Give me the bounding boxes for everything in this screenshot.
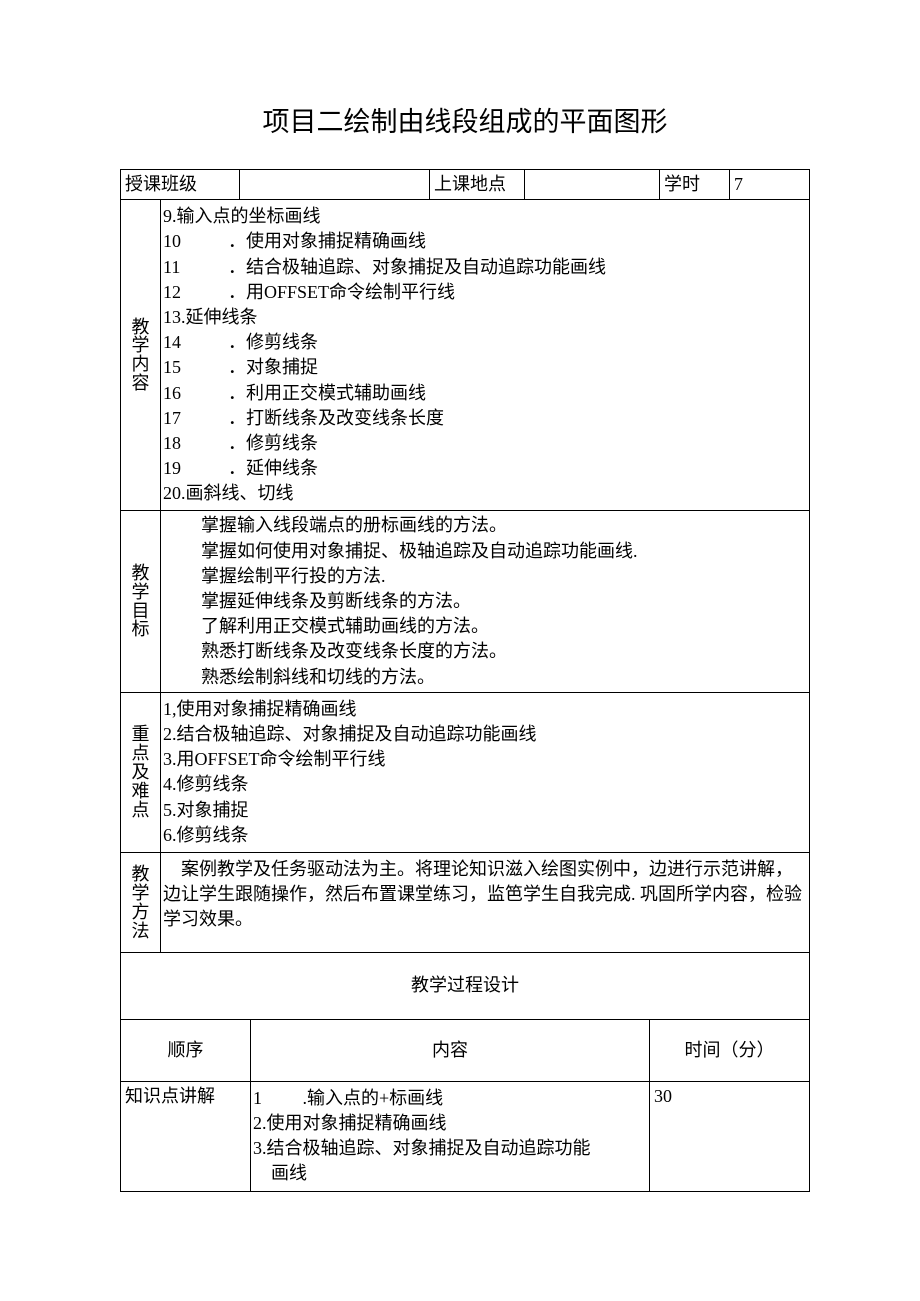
difficulty-item: 6.修剪线条 (163, 823, 807, 848)
process-order: 知识点讲解 (121, 1081, 251, 1191)
key-difficulties-row: 重点及难点 1,使用对象捕捉精确画线 2.结合极轴追踪、对象捕捉及自动追踪功能画… (121, 692, 810, 852)
process-design-title: 教学过程设计 (121, 953, 810, 1019)
teaching-goals-label: 教学目标 (121, 511, 161, 692)
content-item: 20.画斜线、切线 (163, 481, 807, 506)
goal-item: 掌握如何使用对象捕捉、极轴追踪及自动追踪功能画线. (161, 539, 809, 564)
header-row: 授课班级 上课地点 学时 7 (121, 170, 810, 200)
process-header-row: 顺序 内容 时间（分） (121, 1020, 810, 1082)
goal-item: 了解利用正交模式辅助画线的方法。 (161, 614, 809, 639)
goal-item: 掌握绘制平行投的方法. (161, 564, 809, 589)
class-value (240, 170, 430, 200)
teaching-content-body: 9.输入点的坐标画线 10．使用对象捕捉精确画线 11．结合极轴追踪、对象捕捉及… (161, 200, 810, 511)
goal-item: 熟悉打断线条及改变线条长度的方法。 (161, 639, 809, 664)
teaching-methods-label: 教学方法 (121, 852, 161, 953)
col-time-label: 时间（分） (650, 1020, 810, 1082)
class-label: 授课班级 (121, 170, 240, 200)
content-item: 17．打断线条及改变线条长度 (163, 406, 807, 431)
difficulty-item: 2.结合极轴追踪、对象捕捉及自动追踪功能画线 (163, 722, 807, 747)
content-item: 11．结合极轴追踪、对象捕捉及自动追踪功能画线 (163, 255, 807, 280)
location-value (525, 170, 660, 200)
content-item: 10．使用对象捕捉精确画线 (163, 229, 807, 254)
key-difficulties-body: 1,使用对象捕捉精确画线 2.结合极轴追踪、对象捕捉及自动追踪功能画线 3.用O… (161, 692, 810, 852)
difficulty-item: 3.用OFFSET命令绘制平行线 (163, 747, 807, 772)
teaching-methods-row: 教学方法 案例教学及任务驱动法为主。将理论知识滋入绘图实例中，边进行示范讲解，边… (121, 852, 810, 953)
content-item: 18．修剪线条 (163, 431, 807, 456)
content-item: 14．修剪线条 (163, 330, 807, 355)
content-item: 12．用OFFSET命令绘制平行线 (163, 280, 807, 305)
difficulty-item: 4.修剪线条 (163, 772, 807, 797)
page-title: 项目二绘制由线段组成的平面图形 (120, 100, 810, 139)
key-difficulties-label: 重点及难点 (121, 692, 161, 852)
process-content-line: 3.结合极轴追踪、对象捕捉及自动追踪功能 (253, 1136, 647, 1161)
content-item: 9.输入点的坐标画线 (163, 204, 807, 229)
location-label: 上课地点 (430, 170, 525, 200)
process-design-title-row: 教学过程设计 (121, 953, 810, 1019)
difficulty-item: 1,使用对象捕捉精确画线 (163, 697, 807, 722)
process-design-table: 顺序 内容 时间（分） 知识点讲解 1 .输入点的+标画线 2.使用对象捕捉精确… (120, 1020, 810, 1192)
teaching-content-label: 教学内容 (121, 200, 161, 511)
teaching-goals-row: 教学目标 掌握输入线段端点的册标画线的方法。 掌握如何使用对象捕捉、极轴追踪及自… (121, 511, 810, 692)
content-item: 15．对象捕捉 (163, 355, 807, 380)
process-content-line: 画线 (253, 1161, 647, 1186)
content-item: 13.延伸线条 (163, 305, 807, 330)
goal-item: 掌握延伸线条及剪断线条的方法。 (161, 589, 809, 614)
hours-value: 7 (730, 170, 810, 200)
goal-item: 熟悉绘制斜线和切线的方法。 (161, 665, 809, 690)
process-row: 知识点讲解 1 .输入点的+标画线 2.使用对象捕捉精确画线 3.结合极轴追踪、… (121, 1081, 810, 1191)
difficulty-item: 5.对象捕捉 (163, 798, 807, 823)
hours-label: 学时 (660, 170, 730, 200)
teaching-goals-body: 掌握输入线段端点的册标画线的方法。 掌握如何使用对象捕捉、极轴追踪及自动追踪功能… (161, 511, 810, 692)
teaching-methods-body: 案例教学及任务驱动法为主。将理论知识滋入绘图实例中，边进行示范讲解，边让学生跟随… (161, 852, 810, 953)
teaching-content-row: 教学内容 9.输入点的坐标画线 10．使用对象捕捉精确画线 11．结合极轴追踪、… (121, 200, 810, 511)
col-order-label: 顺序 (121, 1020, 251, 1082)
process-content-line: 1 .输入点的+标画线 (253, 1086, 647, 1111)
content-item: 19．延伸线条 (163, 456, 807, 481)
process-content: 1 .输入点的+标画线 2.使用对象捕捉精确画线 3.结合极轴追踪、对象捕捉及自… (251, 1081, 650, 1191)
content-item: 16．利用正交模式辅助画线 (163, 381, 807, 406)
process-time: 30 (650, 1081, 810, 1191)
col-content-label: 内容 (251, 1020, 650, 1082)
process-content-line: 2.使用对象捕捉精确画线 (253, 1111, 647, 1136)
lesson-plan-table: 授课班级 上课地点 学时 7 教学内容 9.输入点的坐标画线 10．使用对象捕捉… (120, 169, 810, 1020)
goal-item: 掌握输入线段端点的册标画线的方法。 (161, 513, 809, 538)
